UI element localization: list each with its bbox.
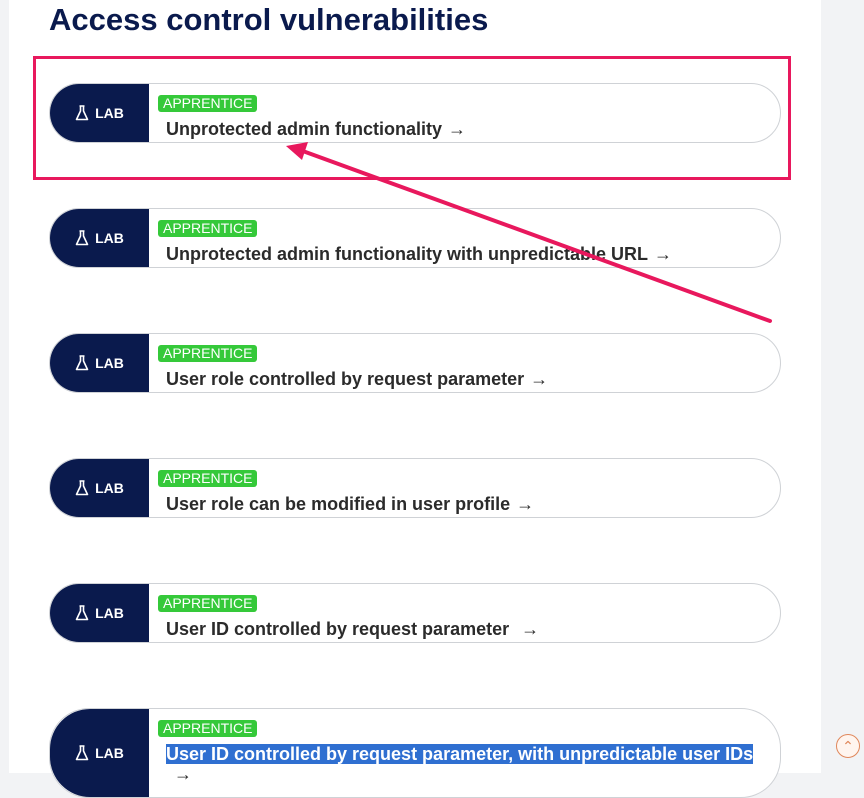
scroll-top-button[interactable]: ⌃ xyxy=(836,734,860,758)
annotation-arrow xyxy=(286,142,772,323)
chevron-up-icon: ⌃ xyxy=(842,737,854,754)
